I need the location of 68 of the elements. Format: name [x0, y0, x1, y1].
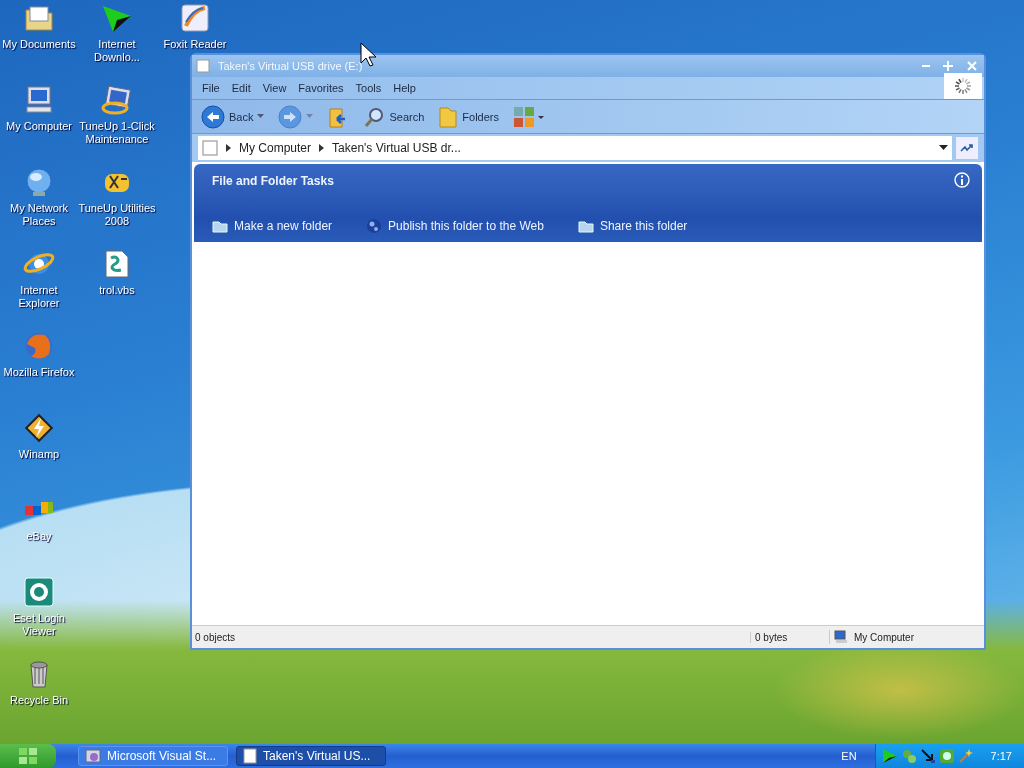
menu-item[interactable]: Favorites	[292, 80, 350, 96]
search-icon	[363, 105, 386, 128]
clock[interactable]: 7:17	[990, 750, 1012, 762]
triangle-arrow-icon	[881, 748, 898, 764]
breadcrumb-item[interactable]: My Computer	[239, 141, 312, 155]
task-pane-title: File and Folder Tasks	[212, 174, 334, 188]
computer-icon	[23, 84, 55, 116]
shield-icon	[938, 748, 955, 764]
menu-item[interactable]: View	[256, 80, 293, 96]
taskbar-button[interactable]: Microsoft Visual St...	[78, 746, 228, 766]
folder-icon	[212, 218, 228, 234]
desktop-shortcut[interactable]: Mozilla Firefox	[0, 328, 78, 379]
caret-icon	[257, 114, 265, 119]
spinner-icon	[953, 76, 973, 96]
desktop-shortcut[interactable]: My Documents	[0, 0, 78, 51]
monitor-icon	[101, 84, 133, 116]
info-icon	[954, 172, 970, 188]
desktop-shortcut[interactable]: Internet Downlo...	[78, 0, 156, 64]
menu-item[interactable]: Help	[387, 80, 422, 96]
desktop-shortcut[interactable]: TuneUp Utilities 2008	[78, 164, 156, 228]
address-field[interactable]: My Computer Taken's Virtual USB dr...	[198, 136, 952, 160]
folders-button[interactable]: Folders	[435, 102, 502, 131]
search-button[interactable]: Search	[360, 103, 428, 130]
breadcrumb-arrow-icon	[319, 144, 325, 152]
document-icon	[179, 2, 211, 34]
app-icon	[85, 748, 101, 764]
language-indicator[interactable]: EN	[831, 750, 867, 762]
breadcrumb-arrow-icon	[226, 144, 231, 152]
minimize-icon	[922, 65, 930, 67]
folder-icon	[577, 218, 594, 234]
desktop-shortcut[interactable]: My Computer	[0, 82, 78, 133]
drive-icon	[202, 140, 218, 156]
go-arrows-icon	[956, 137, 978, 159]
maximize-icon	[942, 59, 954, 73]
breadcrumb-item[interactable]: Taken's Virtual USB dr...	[332, 141, 461, 155]
desktop-shortcut[interactable]: Foxit Reader	[156, 0, 234, 51]
back-button[interactable]: Back	[198, 102, 268, 131]
menu-item[interactable]: Tools	[349, 80, 388, 96]
close-icon	[966, 59, 978, 73]
window-title: Taken's Virtual USB drive (E:)	[218, 60, 364, 72]
views-icon	[513, 105, 545, 128]
menu-item[interactable]: File	[196, 80, 226, 96]
status-text: 0 bytes	[750, 631, 829, 643]
network-icon	[900, 748, 917, 764]
status-text: My Computer	[854, 631, 914, 643]
fox-globe-icon	[23, 330, 55, 362]
power-button-icon	[23, 576, 55, 608]
desktop-shortcut[interactable]: Internet Explorer	[0, 246, 78, 310]
wand-icon	[957, 748, 974, 764]
desktop-shortcut[interactable]: My Network Places	[0, 164, 78, 228]
drive-icon	[196, 59, 210, 73]
windows-logo-icon	[18, 747, 38, 765]
task-link[interactable]: Share this folder	[577, 218, 688, 234]
task-link[interactable]: Publish this folder to the Web	[366, 218, 544, 234]
desktop-shortcut[interactable]: TuneUp 1-Click Maintenance	[78, 82, 156, 146]
taskbar-button[interactable]: Taken's Virtual US...	[236, 746, 386, 766]
menu-item[interactable]: Edit	[225, 80, 257, 96]
start-button[interactable]	[0, 744, 56, 768]
globe-icon	[366, 218, 383, 234]
desktop-shortcut[interactable]: trol.vbs	[78, 246, 156, 297]
task-link[interactable]: Make a new folder	[212, 218, 333, 234]
status-text: 0 objects	[194, 631, 237, 643]
dropdown-caret-icon	[939, 145, 948, 151]
computer-icon	[834, 630, 848, 644]
drive-icon	[243, 748, 257, 764]
desktop-shortcut[interactable]: Winamp	[0, 410, 78, 461]
caret-icon	[306, 114, 314, 119]
folder-icon	[438, 104, 459, 129]
